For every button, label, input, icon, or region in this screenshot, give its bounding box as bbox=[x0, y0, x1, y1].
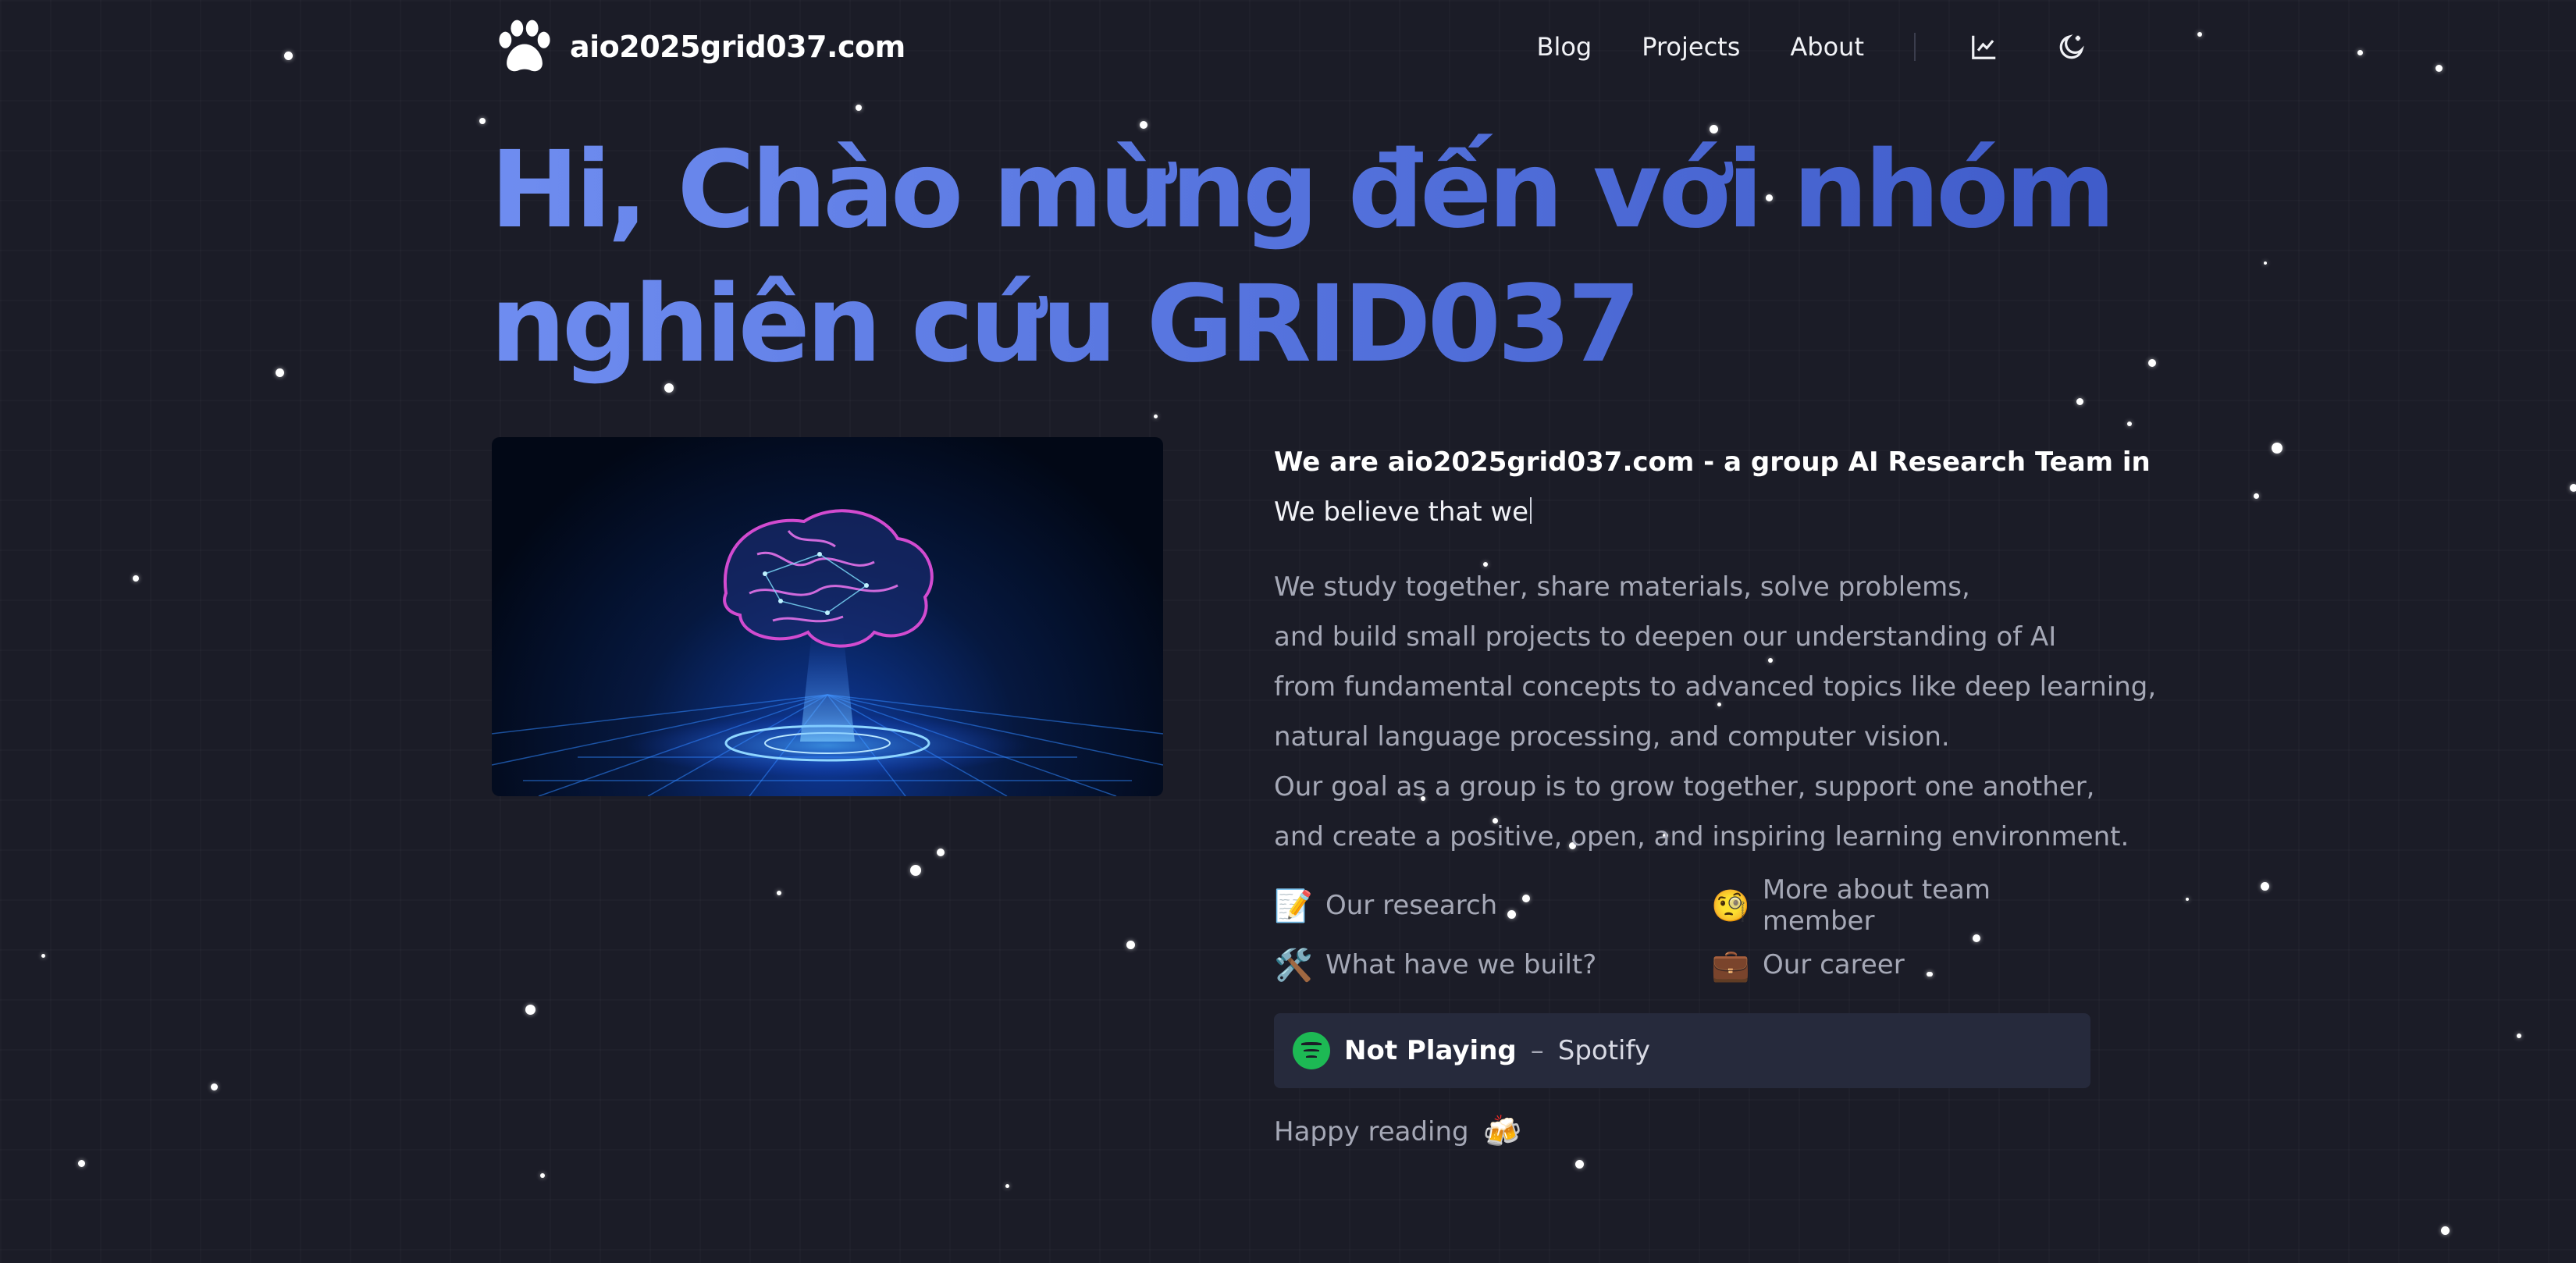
nav-projects-link[interactable]: Projects bbox=[1642, 32, 1740, 62]
star bbox=[2127, 422, 2132, 426]
nav-divider bbox=[1914, 33, 1916, 61]
paw-icon bbox=[490, 12, 559, 81]
typing-text: We believe that we bbox=[1274, 496, 1529, 528]
star bbox=[479, 118, 486, 124]
star bbox=[2148, 359, 2156, 367]
star bbox=[2076, 398, 2083, 405]
link-label: More about team member bbox=[1762, 874, 1991, 937]
nav-about-link[interactable]: About bbox=[1790, 32, 1864, 62]
star bbox=[211, 1083, 218, 1090]
intro-section: We are aio2025grid037.com - a group AI R… bbox=[1274, 437, 2157, 1150]
star bbox=[2261, 882, 2269, 891]
spotify-icon bbox=[1293, 1032, 1330, 1069]
typing-caret bbox=[1530, 497, 1532, 524]
moon-sparkle-icon[interactable] bbox=[2053, 28, 2090, 66]
quick-links: 📝 Our research 🧐 More about team member … bbox=[1274, 874, 2094, 988]
star bbox=[276, 368, 284, 377]
star bbox=[133, 575, 139, 582]
star bbox=[2357, 50, 2363, 55]
star bbox=[1575, 1160, 1584, 1169]
star bbox=[856, 105, 862, 111]
star bbox=[2264, 261, 2267, 265]
link-our-career[interactable]: 💼 Our career bbox=[1711, 941, 2094, 988]
star bbox=[2570, 484, 2576, 492]
memo-icon: 📝 bbox=[1274, 888, 1313, 924]
description-line: and create a positive, open, and inspiri… bbox=[1274, 821, 2129, 852]
star bbox=[2186, 898, 2189, 901]
happy-reading: Happy reading 🍻 bbox=[1274, 1113, 2094, 1150]
description-line: Our goal as a group is to grow together,… bbox=[1274, 771, 2095, 802]
link-our-research[interactable]: 📝 Our research bbox=[1274, 882, 1711, 929]
star bbox=[910, 865, 921, 876]
ai-brain-illustration bbox=[492, 509, 1163, 796]
happy-reading-text: Happy reading bbox=[1274, 1115, 1469, 1147]
main-nav: Blog Projects About bbox=[1537, 28, 2091, 66]
tools-icon: 🛠️ bbox=[1274, 947, 1313, 984]
star bbox=[1126, 941, 1135, 949]
description: We study together, share materials, solv… bbox=[1274, 562, 2157, 862]
intro-line-2: We believe that we bbox=[1274, 487, 2094, 537]
star bbox=[2435, 65, 2443, 72]
spotify-status: Not Playing bbox=[1344, 1035, 1517, 1066]
star bbox=[41, 954, 45, 958]
link-team-members[interactable]: 🧐 More about team member bbox=[1711, 874, 2094, 937]
nav-blog-link[interactable]: Blog bbox=[1537, 32, 1592, 62]
link-label: Our career bbox=[1763, 949, 1905, 980]
site-home-link[interactable]: aio2025grid037.com bbox=[490, 12, 906, 81]
star bbox=[78, 1160, 85, 1167]
star bbox=[1154, 414, 1158, 418]
star bbox=[2254, 493, 2259, 499]
star bbox=[2272, 443, 2282, 454]
star bbox=[284, 52, 293, 60]
star bbox=[2441, 1226, 2450, 1235]
hero-title-line-2: nghiên cứu GRID037 bbox=[490, 263, 1638, 386]
spotify-separator: – bbox=[1530, 1035, 1544, 1066]
hero-title: Hi, Chào mừng đến với nhóm nghiên cứu GR… bbox=[490, 123, 2129, 392]
monocle-face-icon: 🧐 bbox=[1711, 888, 1750, 924]
star bbox=[2197, 32, 2202, 37]
briefcase-icon: 💼 bbox=[1711, 947, 1750, 984]
site-header: aio2025grid037.com Blog Projects About bbox=[490, 11, 2090, 83]
star bbox=[777, 891, 781, 895]
beer-mugs-icon: 🍻 bbox=[1482, 1114, 1522, 1150]
star bbox=[1005, 1184, 1009, 1188]
link-label: Our research bbox=[1325, 890, 1498, 921]
intro-line-1: We are aio2025grid037.com - a group AI R… bbox=[1274, 446, 2151, 478]
description-line: natural language processing, and compute… bbox=[1274, 721, 1950, 752]
hero-image bbox=[492, 437, 1163, 796]
description-line: and build small projects to deepen our u… bbox=[1274, 621, 2057, 653]
site-name: aio2025grid037.com bbox=[570, 30, 906, 64]
description-line: We study together, share materials, solv… bbox=[1274, 571, 1970, 603]
star bbox=[2517, 1034, 2521, 1038]
chart-icon[interactable] bbox=[1966, 28, 2003, 66]
spotify-label: Spotify bbox=[1557, 1035, 1650, 1066]
spotify-now-playing[interactable]: Not Playing – Spotify bbox=[1274, 1013, 2090, 1088]
description-line: from fundamental concepts to advanced to… bbox=[1274, 671, 2157, 703]
link-label: What have we built? bbox=[1325, 949, 1597, 980]
star bbox=[525, 1005, 535, 1015]
star bbox=[937, 849, 945, 856]
star bbox=[540, 1173, 545, 1178]
hero-title-line-1: Hi, Chào mừng đến với nhóm bbox=[490, 129, 2112, 252]
link-what-we-built[interactable]: 🛠️ What have we built? bbox=[1274, 941, 1711, 988]
